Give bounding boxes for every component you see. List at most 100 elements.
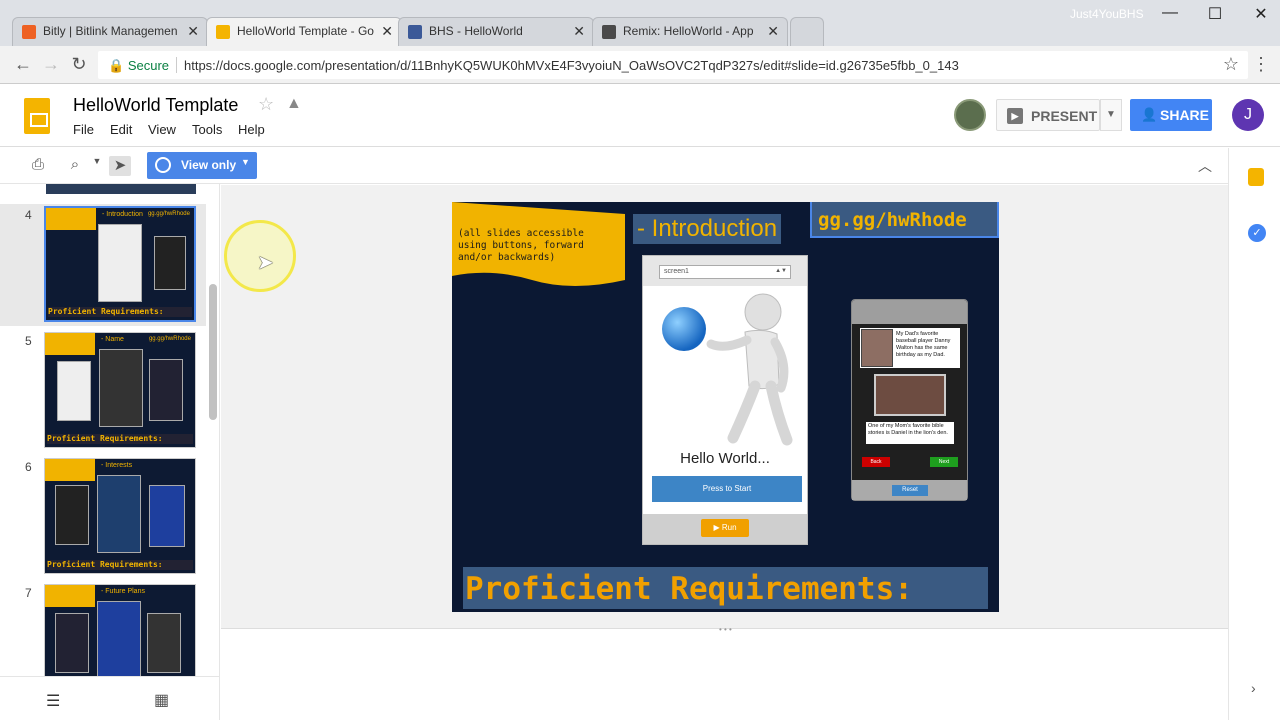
close-icon[interactable]: ✕: [187, 23, 199, 40]
reload-icon[interactable]: ↻: [68, 54, 90, 76]
slide-number: 4: [25, 208, 32, 222]
slide-thumbnail-6[interactable]: 6 - Interests Proficient Requirements:: [0, 456, 206, 578]
slide-link-box[interactable]: gg.gg/hwRhode: [810, 202, 999, 238]
phone-mockup: [149, 359, 183, 421]
menu-help[interactable]: Help: [238, 122, 265, 137]
app-titlebar: screen1 ▲▼: [643, 256, 807, 286]
collaborator-avatar[interactable]: [954, 99, 986, 131]
menu-view[interactable]: View: [148, 122, 176, 137]
select-cursor-icon[interactable]: ➤: [109, 156, 131, 176]
phone-screenshot-name: My Dad's favorite baseball player Danny …: [851, 299, 968, 501]
thumbnail-title: - Interests: [101, 462, 133, 469]
divider: [176, 57, 177, 73]
close-icon[interactable]: ✕: [767, 23, 779, 40]
chevron-down-icon: ▲▼: [775, 268, 787, 274]
thumbnail-preview: - Name gg.gg/hwRhode Proficient Requirem…: [44, 332, 196, 448]
star-icon[interactable]: ☆: [258, 94, 274, 115]
window-close-icon[interactable]: ✕: [1249, 4, 1273, 24]
phone-mockup: [147, 613, 181, 673]
forward-arrow-icon[interactable]: →: [40, 54, 62, 76]
browser-profile-name[interactable]: Just4YouBHS: [1070, 7, 1144, 21]
hello-world-text: Hello World...: [680, 450, 770, 467]
speaker-notes-panel[interactable]: • • •: [221, 625, 1228, 720]
slide-filmstrip: 4 - Introduction gg.gg/hwRhode Proficien…: [0, 184, 220, 720]
present-button[interactable]: ▶ PRESENT: [996, 99, 1100, 131]
slide-number: 6: [25, 460, 32, 474]
keep-icon[interactable]: [1248, 168, 1264, 186]
tab-remix-helloworld[interactable]: Remix: HelloWorld - App ✕: [592, 17, 788, 46]
side-panel-rail: ✓ ›: [1228, 148, 1280, 720]
zoom-icon[interactable]: ⌕: [64, 156, 86, 176]
play-icon: ▶: [1007, 108, 1023, 124]
bookmark-star-icon[interactable]: ☆: [1220, 54, 1242, 76]
view-only-button[interactable]: View only ▼: [147, 152, 257, 179]
slide-link-text: gg.gg/hwRhode: [818, 209, 967, 231]
thumbnail-footer: Proficient Requirements:: [47, 560, 193, 570]
list-view-icon[interactable]: ☰: [46, 691, 60, 711]
thumbnail-footer: Proficient Requirements:: [48, 307, 192, 317]
new-tab-button[interactable]: [790, 17, 824, 46]
tab-label: BHS - HelloWorld: [429, 24, 523, 38]
tab-helloworld-template[interactable]: HelloWorld Template - Go ✕: [206, 17, 402, 46]
print-icon[interactable]: ⎙: [27, 156, 49, 176]
info-card-text: One of my Mom's favorite bible stories i…: [866, 422, 954, 444]
thumbnail-preview: - Introduction gg.gg/hwRhode Proficient …: [44, 206, 196, 322]
resize-handle-icon[interactable]: • • •: [719, 625, 732, 634]
address-bar[interactable]: 🔒 Secure https://docs.google.com/present…: [98, 51, 1248, 79]
tab-label: Bitly | Bitlink Managemen: [43, 24, 178, 38]
info-card-text: My Dad's favorite baseball player Danny …: [896, 331, 951, 358]
slide-thumbnail-5[interactable]: 5 - Name gg.gg/hwRhode Proficient Requir…: [0, 330, 206, 452]
phone-mockup: [98, 224, 142, 302]
lions-den-photo: [874, 374, 946, 416]
minimize-icon[interactable]: —: [1158, 4, 1182, 24]
mouse-pointer-icon: ➤: [257, 252, 274, 274]
slides-favicon-icon: [216, 25, 230, 39]
slide-thumbnail-4[interactable]: 4 - Introduction gg.gg/hwRhode Proficien…: [0, 204, 206, 326]
menu-edit[interactable]: Edit: [110, 122, 132, 137]
slide-title: - Introduction: [633, 214, 782, 244]
chevron-right-icon[interactable]: ›: [1251, 680, 1256, 696]
slide-thumbnail-partial[interactable]: [46, 184, 196, 194]
chevron-down-icon: ▼: [241, 157, 250, 167]
url-text[interactable]: https://docs.google.com/presentation/d/1…: [184, 58, 959, 73]
appinventor-favicon-icon: [602, 25, 616, 39]
filmstrip-scrollbar[interactable]: [209, 284, 217, 420]
account-avatar[interactable]: J: [1232, 99, 1264, 131]
tab-label: HelloWorld Template - Go: [237, 24, 374, 38]
share-button[interactable]: 👤 SHARE: [1130, 99, 1212, 131]
grid-view-icon[interactable]: ▦: [154, 690, 169, 710]
tab-bhs-helloworld[interactable]: BHS - HelloWorld ✕: [398, 17, 594, 46]
screen-selector: screen1 ▲▼: [659, 265, 791, 279]
menu-file[interactable]: File: [73, 122, 94, 137]
move-to-folder-icon[interactable]: ▲: [286, 95, 302, 113]
close-icon[interactable]: ✕: [381, 23, 393, 40]
browser-menu-icon[interactable]: ⋮: [1250, 54, 1272, 76]
phone-mockup: [55, 485, 89, 545]
phone-mockup: [55, 613, 89, 673]
secure-lock-label[interactable]: 🔒 Secure: [108, 58, 169, 74]
reset-button: Reset: [892, 485, 928, 496]
slides-logo-icon[interactable]: [24, 98, 50, 134]
document-title[interactable]: HelloWorld Template: [73, 95, 238, 116]
info-card: My Dad's favorite baseball player Danny …: [860, 328, 960, 368]
zoom-dropdown-icon[interactable]: ▼: [86, 156, 108, 176]
browser-toolbar: ← → ↻ 🔒 Secure https://docs.google.com/p…: [0, 46, 1280, 84]
stick-figure-icon: [706, 293, 793, 446]
tab-bitly[interactable]: Bitly | Bitlink Managemen ✕: [12, 17, 208, 46]
share-label: SHARE: [1160, 107, 1210, 123]
thumbnail-title: - Introduction: [102, 211, 143, 218]
close-icon[interactable]: ✕: [573, 23, 585, 40]
tasks-icon[interactable]: ✓: [1248, 224, 1266, 242]
current-slide[interactable]: (all slides accessible using buttons, fo…: [452, 202, 999, 612]
collapse-toolbar-icon[interactable]: ︿: [1198, 156, 1212, 176]
banner-shape: [45, 459, 95, 481]
app-bottom-bar: Reset: [852, 480, 967, 500]
maximize-icon[interactable]: ☐: [1203, 4, 1227, 24]
menu-tools[interactable]: Tools: [192, 122, 222, 137]
banner-shape: [45, 333, 95, 355]
thumbnail-title: - Name: [101, 336, 124, 343]
present-dropdown-icon[interactable]: ▼: [1100, 99, 1122, 131]
slides-toolbar: ⎙ ⌕ ▼ ➤ View only ▼ ︿: [0, 148, 1228, 184]
phone-screenshot-intro: screen1 ▲▼ Hello World... Press to Start…: [642, 255, 808, 545]
back-arrow-icon[interactable]: ←: [12, 54, 34, 76]
